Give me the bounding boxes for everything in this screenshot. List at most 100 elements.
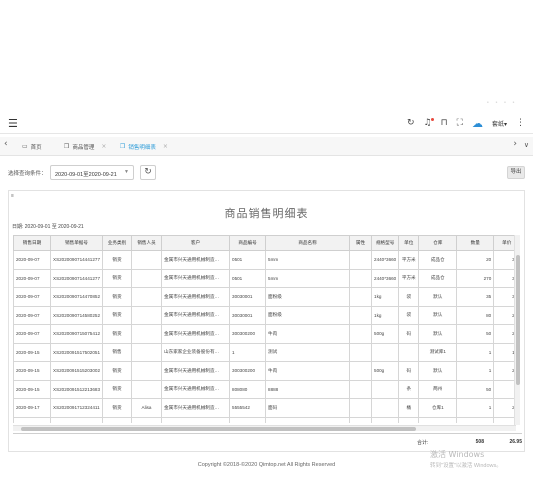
box-icon: ❒: [120, 143, 126, 150]
cloud-icon[interactable]: ☁: [472, 117, 483, 130]
table-cell: 0501: [229, 268, 267, 288]
more-vertical-icon[interactable]: ⋮: [516, 117, 525, 130]
table-row[interactable]: 2020-09-15 XS2020091517502051 销售 山东家家企业装备股份…: [13, 342, 521, 362]
table-cell: 500g: [371, 361, 400, 381]
table-cell: 金属市兴天通用机械制造…: [161, 398, 231, 418]
windows-watermark-title: 激活 Windows: [430, 450, 485, 459]
column-header[interactable]: 销售日期: [13, 235, 51, 251]
table-cell: [349, 416, 373, 423]
fullscreen-icon[interactable]: ⛶: [457, 117, 463, 130]
tab-product-management[interactable]: ❒ 商品管理 ×: [60, 140, 110, 153]
column-header[interactable]: 业务类别: [102, 235, 133, 251]
table-cell: 销货: [102, 287, 133, 307]
table-row[interactable]: 2020-09-07 XS2020090714470852 销货 金属市兴天通用机械制…: [13, 287, 521, 307]
column-header[interactable]: 数量: [456, 235, 495, 251]
tab-sales-detail[interactable]: ❒ 销售明细表 ×: [116, 140, 172, 153]
table-row[interactable]: 2020-09-07 XS2020090714580252 销货 金属市兴天通用机械制…: [13, 305, 521, 325]
table-cell: 300300200: [229, 361, 267, 381]
tab-scroll-right-icon[interactable]: ›: [513, 139, 517, 149]
column-header[interactable]: 销售单据号: [49, 235, 104, 251]
column-header[interactable]: 客户: [161, 235, 231, 251]
table-cell: 销货: [102, 361, 133, 381]
table-row[interactable]: 2020-09-07 XS2020090714441277 销货 金属市兴天通用机械制…: [13, 250, 521, 270]
table-cell: 5555542: [229, 398, 267, 418]
column-header[interactable]: 规格型号: [371, 235, 400, 251]
column-header[interactable]: 商品名称: [265, 235, 351, 251]
table-row[interactable]: 2020-09-15 XS2020091515203002 销货 金属市兴天通用机械制…: [13, 361, 521, 381]
table-cell: 50: [456, 324, 495, 344]
scrollbar-thumb[interactable]: [516, 255, 520, 385]
table-cell: 测试: [265, 342, 351, 362]
lock-icon[interactable]: ⊓: [441, 117, 448, 130]
tab-label: 首页: [30, 144, 42, 151]
close-icon[interactable]: ×: [163, 143, 168, 150]
user-menu[interactable]: 套纸▾: [492, 119, 507, 128]
totals-label: 合计:: [417, 440, 429, 446]
table-cell: [131, 305, 163, 325]
report-table-container[interactable]: 销售日期 销售单据号 业务类别 销售人员 客户 商品编号 商品名称 属性 规格型号 单位 仓库 数量单…: [13, 235, 522, 423]
table-cell: Alisa: [131, 398, 163, 418]
table-cell: 1: [456, 361, 495, 381]
table-cell: [131, 379, 163, 399]
faint-dots: • • • •: [486, 100, 517, 106]
column-header[interactable]: 单位: [398, 235, 420, 251]
date-range-value: 2020-09-01至2020-09-21: [55, 172, 117, 178]
tab-scroll-left-icon[interactable]: ‹: [4, 139, 8, 149]
tab-home[interactable]: ▭ 首页: [18, 140, 46, 153]
date-range-select[interactable]: 2020-09-01至2020-09-21 ▼: [50, 165, 134, 180]
table-cell: 默认: [418, 361, 458, 381]
table-row[interactable]: 2020-09-07 XS2020090714441277 销货 金属市兴天通用机械制…: [13, 268, 521, 288]
table-cell: 8888: [265, 379, 351, 399]
table-cell: [131, 268, 163, 288]
table-cell: [456, 416, 495, 423]
table-cell: [349, 324, 373, 344]
table-cell: [102, 416, 133, 423]
table-cell: [349, 250, 373, 270]
table-cell: 袋: [398, 305, 420, 325]
column-header[interactable]: 销售人员: [131, 235, 163, 251]
close-icon[interactable]: ×: [101, 143, 106, 150]
refresh-icon[interactable]: ↻: [407, 117, 415, 130]
report-period: 日期: 2020-09-01 至 2020-09-21: [12, 224, 84, 230]
monitor-icon: ▭: [22, 143, 28, 150]
report-panel: ≡ 商品销售明细表 日期: 2020-09-01 至 2020-09-21 销售…: [8, 190, 525, 452]
table-row[interactable]: [13, 416, 521, 423]
table-cell: XS2020090714441277: [49, 250, 104, 270]
topbar-actions: ↻ ♫ ⊓ ⛶ ☁ 套纸▾ ⋮: [407, 117, 525, 130]
column-header[interactable]: 仓库: [418, 235, 458, 251]
table-cell: 2020-09-15: [13, 342, 51, 362]
table-cell: [349, 398, 373, 418]
bell-icon[interactable]: ♫: [424, 117, 434, 130]
horizontal-scrollbar[interactable]: [13, 425, 516, 431]
column-header[interactable]: 属性: [349, 235, 373, 251]
report-menu-icon[interactable]: ≡: [11, 193, 14, 199]
tab-label: 销售明细表: [128, 144, 156, 151]
table-cell: 35: [456, 287, 495, 307]
table-cell: 2020-09-07: [13, 324, 51, 344]
table-row[interactable]: 2020-09-07 XS2020090715075412 销货 金属市兴天通用机械制…: [13, 324, 521, 344]
table-header-row: 销售日期 销售单据号 业务类别 销售人员 客户 商品编号 商品名称 属性 规格型号 单位 仓库 数量单…: [13, 235, 521, 251]
hamburger-icon[interactable]: ☰: [8, 118, 18, 130]
table-cell: 默认: [418, 305, 458, 325]
table-row[interactable]: 2020-09-17 XS2020091712324411 销货 Alisa 金属市兴天…: [13, 398, 521, 418]
vertical-scrollbar[interactable]: [514, 235, 520, 425]
table-cell: 面粉级: [265, 305, 351, 325]
chevron-down-icon[interactable]: ∨: [524, 141, 529, 149]
table-cell: [131, 250, 163, 270]
table-cell: 测试库1: [418, 342, 458, 362]
table-cell: 金属市兴天通用机械制造…: [161, 305, 231, 325]
refresh-button[interactable]: ↻: [140, 165, 156, 180]
table-cell: [131, 324, 163, 344]
column-header[interactable]: 商品编号: [229, 235, 267, 251]
table-cell: [349, 342, 373, 362]
table-cell: 码: [398, 361, 420, 381]
table-cell: 2020-09-07: [13, 305, 51, 325]
table-cell: 默认: [418, 287, 458, 307]
table-cell: 平方米: [398, 250, 420, 270]
table-cell: 金属市兴天通用机械制造…: [161, 250, 231, 270]
table-cell: 销货: [102, 268, 133, 288]
scrollbar-thumb[interactable]: [21, 427, 416, 431]
table-cell: [349, 287, 373, 307]
table-row[interactable]: 2020-09-15 XS2020091512213683 销货 金属市兴天通用机械制…: [13, 379, 521, 399]
export-button[interactable]: 导出: [507, 166, 525, 179]
